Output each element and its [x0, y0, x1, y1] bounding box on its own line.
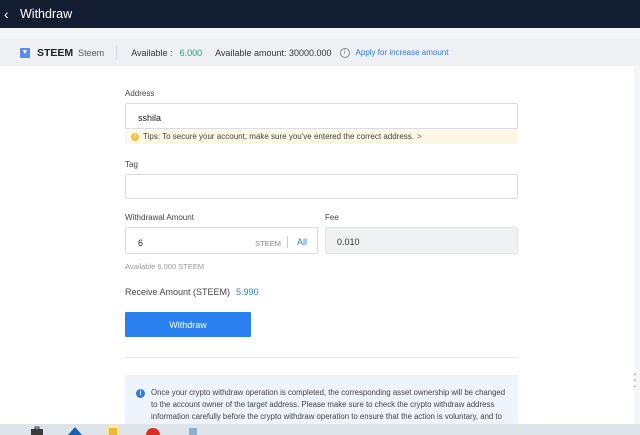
notice-text: Once your crypto withdraw operation is c…	[151, 388, 506, 421]
all-button[interactable]: All	[297, 237, 307, 247]
back-chevron-icon[interactable]: ‹	[4, 7, 16, 21]
top-bar: ‹ Withdraw	[0, 0, 640, 28]
withdraw-form-card: Address sshila ! Tips: To secure your ac…	[0, 66, 634, 435]
tips-text: Tips: To secure your account, make sure …	[143, 132, 414, 141]
tips-chevron-right-icon: >	[417, 132, 422, 141]
taskbar-briefcase-icon[interactable]	[30, 426, 44, 435]
address-tips[interactable]: ! Tips: To secure your account, make sur…	[125, 129, 518, 144]
page-title: Withdraw	[20, 7, 73, 21]
receive-amount-label: Receive Amount (STEEM)	[125, 287, 231, 297]
amount-unit: STEEM	[255, 239, 281, 248]
divider	[116, 45, 118, 60]
withdrawal-amount-value: 6	[138, 238, 144, 248]
coin-symbol[interactable]: STEEM	[37, 47, 73, 59]
taskbar	[0, 424, 640, 435]
taskbar-explorer-icon[interactable]	[106, 426, 120, 435]
available-value: 6.000	[179, 47, 203, 58]
taskbar-chrome-icon[interactable]	[146, 426, 160, 435]
tag-input[interactable]	[125, 174, 518, 199]
address-value: sshila	[138, 113, 162, 123]
fee-field: 0.010	[325, 227, 518, 254]
receive-amount-value: 5.990	[236, 287, 259, 297]
withdraw-button[interactable]: Withdraw	[125, 312, 251, 337]
info-icon[interactable]: i	[339, 47, 350, 58]
tips-shield-icon: !	[131, 132, 139, 141]
coin-name: Steem	[78, 47, 105, 58]
fee-label: Fee	[325, 213, 339, 222]
available-note: Available 6.000 STEEM	[125, 262, 205, 271]
available-label: Available :	[131, 47, 173, 58]
coin-bar: ▼ STEEM Steem Available : 6.000 Availabl…	[0, 39, 640, 66]
available-amount-text: Available amount: 30000.000	[215, 47, 332, 58]
scroll-handle-icon[interactable]: • • •	[634, 372, 640, 402]
tag-label: Tag	[125, 160, 138, 169]
taskbar-folder-icon[interactable]	[68, 426, 82, 435]
divider-line	[125, 357, 518, 358]
receive-amount: Receive Amount (STEEM) 5.990	[125, 287, 259, 297]
apply-increase-link[interactable]: Apply for increase amount	[356, 48, 449, 57]
coin-dropdown-chevron-icon[interactable]: ▼	[20, 47, 30, 58]
fee-value: 0.010	[337, 237, 360, 247]
withdrawal-amount-label: Withdrawal Amount	[125, 213, 194, 222]
amount-separator	[287, 236, 288, 248]
address-label: Address	[125, 89, 155, 98]
notice-info-icon: i	[136, 389, 145, 398]
address-input[interactable]: sshila	[125, 103, 518, 129]
withdrawal-amount-input[interactable]: 6 STEEM All	[125, 227, 318, 254]
taskbar-app-icon[interactable]	[186, 426, 200, 435]
